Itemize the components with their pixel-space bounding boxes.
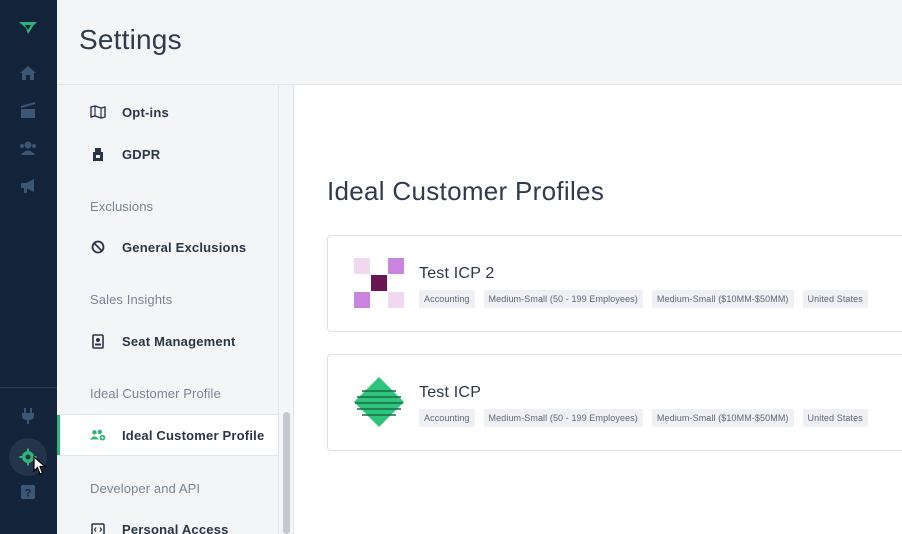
profile-tag: Accounting: [419, 290, 475, 308]
nav-item-ideal-customer-profile[interactable]: Ideal Customer Profile: [57, 414, 278, 456]
profile-tag: Medium-Small ($10MM-$50MM): [651, 290, 794, 308]
home-icon[interactable]: [18, 63, 38, 83]
profile-tag: United States: [802, 290, 868, 308]
app-rail: ?: [0, 0, 57, 534]
nav-item-label: Personal Access: [122, 521, 229, 534]
logo-icon[interactable]: [18, 18, 38, 38]
nav-scrollbar-thumb[interactable]: [283, 412, 290, 534]
users-icon[interactable]: [18, 138, 38, 158]
nav-section-exclusions: Exclusions: [90, 199, 154, 214]
profile-name: Test ICP: [419, 384, 482, 401]
profile-tag: United States: [802, 409, 868, 427]
code-icon: [90, 521, 106, 534]
nav-item-label: Seat Management: [122, 333, 236, 349]
green-diamond-logo: [354, 377, 404, 427]
settings-nav: Opt-ins GDPR Exclusions General Exclusio…: [57, 85, 279, 534]
profile-tag: Medium-Small (50 - 199 Employees): [483, 290, 643, 308]
profile-tag: Medium-Small (50 - 199 Employees): [483, 409, 643, 427]
profile-tag: Accounting: [419, 409, 475, 427]
id-badge-icon: [90, 333, 106, 349]
users-gear-icon: [90, 427, 106, 443]
section-title: Ideal Customer Profiles: [327, 176, 605, 206]
svg-text:?: ?: [25, 488, 32, 500]
nav-item-gdpr[interactable]: GDPR: [57, 133, 278, 175]
profile-card-test-icp-2[interactable]: Test ICP 2 Accounting Medium-Small (50 -…: [327, 235, 902, 332]
nav-item-label: General Exclusions: [122, 239, 247, 255]
nav-item-opt-ins[interactable]: Opt-ins: [57, 91, 278, 133]
mouse-cursor-icon: [33, 456, 47, 475]
help-icon[interactable]: ?: [18, 482, 38, 502]
profile-card-test-icp[interactable]: Test ICP Accounting Medium-Small (50 - 1…: [327, 354, 902, 451]
rail-divider: [0, 387, 57, 388]
page-title: Settings: [79, 24, 182, 55]
nav-section-developer-api: Developer and API: [90, 481, 201, 496]
nav-item-general-exclusions[interactable]: General Exclusions: [57, 226, 278, 268]
main-content: Ideal Customer Profiles Test ICP 2 Accou…: [295, 85, 902, 534]
profile-name: Test ICP 2: [419, 265, 495, 282]
map-icon: [90, 104, 106, 120]
profile-tag: Medium-Small ($10MM-$50MM): [651, 409, 794, 427]
nav-section-ideal-customer-profile: Ideal Customer Profile: [90, 386, 221, 401]
nav-item-label: Opt-ins: [122, 104, 169, 120]
megaphone-icon[interactable]: [18, 176, 38, 196]
page-header: Settings: [57, 0, 902, 85]
purple-checker-logo: [354, 258, 404, 308]
nav-item-personal-access[interactable]: Personal Access: [57, 508, 278, 534]
profile-tags: Accounting Medium-Small (50 - 199 Employ…: [419, 290, 868, 308]
nav-item-seat-management[interactable]: Seat Management: [57, 320, 278, 362]
profile-tags: Accounting Medium-Small (50 - 199 Employ…: [419, 409, 868, 427]
nav-item-label: Ideal Customer Profile: [122, 427, 265, 443]
plug-icon[interactable]: [18, 406, 38, 426]
nav-section-sales-insights: Sales Insights: [90, 292, 173, 307]
nav-item-label: GDPR: [122, 146, 161, 162]
shield-icon: [90, 146, 106, 162]
ban-icon: [90, 239, 106, 255]
chart-icon[interactable]: [18, 100, 38, 120]
